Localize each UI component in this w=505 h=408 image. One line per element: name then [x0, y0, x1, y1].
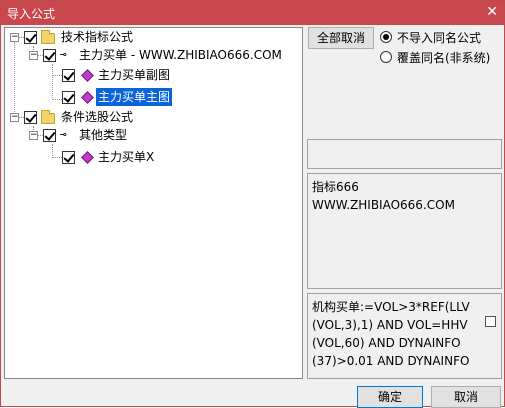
info-text: 指标666 WWW.ZHIBIAO666.COM — [312, 178, 483, 214]
tree-node-label: 主力买单主图 — [96, 88, 173, 106]
tree-node-label: 主力买单X — [98, 150, 155, 164]
tree-node-label: 主力买单副图 — [98, 68, 171, 82]
stock-selection-checkbox[interactable] — [24, 111, 37, 124]
cancel-button[interactable]: 取消 — [431, 386, 501, 408]
folder-icon — [41, 110, 55, 124]
sub-chart-checkbox[interactable] — [62, 69, 75, 82]
collapse-icon[interactable]: − — [29, 51, 38, 60]
key-icon: ⊸ — [60, 48, 67, 61]
formula-checkbox[interactable] — [485, 316, 496, 327]
skip-duplicate-label: 不导入同名公式 — [397, 31, 482, 45]
key-icon: ⊸ — [60, 128, 67, 141]
collapse-icon[interactable]: − — [29, 131, 38, 140]
main-buy-checkbox[interactable] — [43, 49, 56, 62]
tree-node-main-buy[interactable]: − ⊸ 主力买单 - WWW.ZHIBIAO666.COM — [5, 46, 302, 64]
collapse-icon[interactable]: − — [10, 113, 19, 122]
technical-checkbox[interactable] — [24, 31, 37, 44]
formula-code-text: 机构买单:=VOL>3*REF(LLV (VOL,3),1) AND VOL=H… — [312, 300, 470, 368]
info-line-1: 指标666 — [312, 180, 359, 194]
tree-node-main-buy-x[interactable]: 主力买单X — [5, 148, 302, 166]
formula-info-panel: 指标666 WWW.ZHIBIAO666.COM — [307, 173, 502, 289]
tree-node-label: 其他类型 — [79, 128, 128, 142]
main-buy-x-checkbox[interactable] — [62, 151, 75, 164]
tree-node-sub-chart[interactable]: 主力买单副图 — [5, 66, 302, 84]
deselect-all-button[interactable]: 全部取消 — [308, 27, 374, 49]
formula-code-panel[interactable]: 机构买单:=VOL>3*REF(LLV (VOL,3),1) AND VOL=H… — [307, 293, 502, 379]
indicator-icon — [81, 151, 94, 164]
overwrite-duplicate-label: 覆盖同名(非系统) — [397, 51, 491, 65]
tree-node-label: 主力买单 - WWW.ZHIBIAO666.COM — [79, 48, 282, 62]
tree-node-stock-selection[interactable]: − 条件选股公式 — [5, 108, 302, 126]
window-title: 导入公式 — [7, 7, 56, 21]
ok-button[interactable]: 确定 — [357, 386, 423, 408]
formula-tree[interactable]: − 技术指标公式 − ⊸ 主力买单 - WWW.ZHIBIAO666.COM 主… — [4, 27, 303, 379]
import-formula-dialog: 导入公式 ✕ − 技术指标公式 − ⊸ 主力买单 - WWW.ZHIBIAO66… — [0, 0, 505, 408]
tree-node-main-chart[interactable]: 主力买单主图 — [5, 88, 302, 106]
close-icon[interactable]: ✕ — [486, 4, 498, 20]
collapse-icon[interactable]: − — [10, 33, 19, 42]
other-types-checkbox[interactable] — [43, 129, 56, 142]
folder-icon — [41, 30, 55, 44]
overwrite-duplicate-radio[interactable] — [380, 51, 392, 63]
indicator-icon — [81, 91, 94, 104]
tree-node-technical[interactable]: − 技术指标公式 — [5, 28, 302, 46]
skip-duplicate-radio[interactable] — [380, 31, 392, 43]
title-bar: 导入公式 ✕ — [1, 1, 504, 25]
empty-panel — [307, 139, 502, 169]
tree-node-label: 技术指标公式 — [61, 30, 134, 44]
indicator-icon — [81, 69, 94, 82]
tree-node-label: 条件选股公式 — [61, 110, 134, 124]
tree-node-other-types[interactable]: − ⊸ 其他类型 — [5, 126, 302, 144]
main-chart-checkbox[interactable] — [62, 91, 75, 104]
info-line-2: WWW.ZHIBIAO666.COM — [312, 198, 455, 212]
